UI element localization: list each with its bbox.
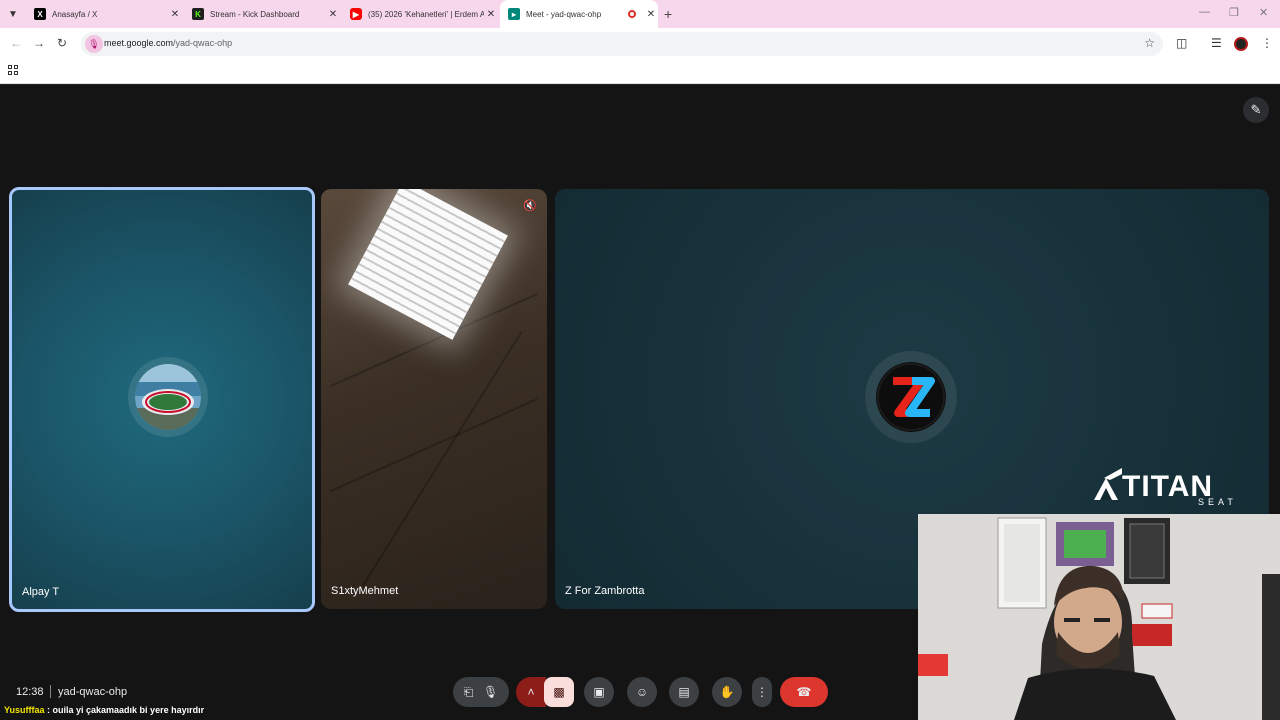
minimize-icon[interactable]: —: [1199, 6, 1210, 18]
captions-icon: ▤: [678, 685, 690, 699]
muted-mic-icon: 🔇: [523, 200, 537, 212]
tab-x[interactable]: X Anasayfa / X ✕: [26, 0, 182, 28]
back-icon[interactable]: ←: [10, 36, 22, 50]
youtube-logo-icon: ▶: [350, 8, 362, 20]
participant-tile-alpay[interactable]: Alpay T: [9, 187, 315, 612]
tab-search-button[interactable]: ▼: [4, 5, 22, 23]
tab-kick[interactable]: K Stream - Kick Dashboard ✕: [184, 0, 340, 28]
captions-button[interactable]: ▤: [669, 677, 699, 707]
close-icon[interactable]: ✕: [326, 9, 340, 20]
more-options-button[interactable]: ⋮: [752, 677, 772, 707]
tab-youtube[interactable]: ▶ (35) 2026 'Kehanetleri' | Erdem A ✕: [342, 0, 498, 28]
brand-sub: SEAT: [1198, 497, 1237, 506]
close-icon[interactable]: ✕: [644, 9, 658, 20]
ceiling-seam: [361, 331, 523, 587]
extensions-icon[interactable]: ◫: [1176, 36, 1187, 50]
microphone-in-use-icon[interactable]: 🎙: [85, 35, 103, 53]
bookmark-star-icon[interactable]: ☆: [1144, 36, 1155, 50]
hand-icon: ✋: [719, 685, 735, 699]
address-bar[interactable]: 🎙 meet.google.com/yad-qwac-ohp ☆: [81, 32, 1163, 56]
url-text: meet.google.com/yad-qwac-ohp: [104, 38, 233, 48]
present-screen-icon: ▣: [593, 685, 605, 699]
tab-title: (35) 2026 'Kehanetleri' | Erdem A: [368, 9, 484, 19]
titan-seat-logo: TITAN SEAT: [1092, 466, 1238, 507]
google-meet-icon: ▸: [508, 8, 520, 20]
window-close-icon[interactable]: ✕: [1259, 6, 1268, 19]
microphone-icon[interactable]: 🎙: [483, 685, 498, 699]
browser-tab-strip: ▼ X Anasayfa / X ✕ K Stream - Kick Dashb…: [0, 0, 1280, 28]
bookmarks-bar: [0, 60, 1280, 84]
reload-icon[interactable]: ↻: [57, 36, 67, 50]
streamer-webcam: [918, 514, 1280, 720]
participant-tile-s1xtymehmet[interactable]: 🔇 S1xtyMehmet: [321, 189, 547, 609]
x-logo-icon: X: [34, 8, 46, 20]
hang-up-icon: ☎: [796, 685, 812, 699]
leave-call-button[interactable]: ☎: [780, 677, 828, 707]
browser-toolbar: ← → ↻ 🎙 meet.google.com/yad-qwac-ohp ☆ ◫…: [0, 28, 1280, 60]
raise-hand-button[interactable]: ✋: [712, 677, 742, 707]
new-tab-button[interactable]: +: [664, 6, 672, 22]
camera-off-icon: ▩: [553, 685, 565, 699]
tab-title: Stream - Kick Dashboard: [210, 9, 300, 19]
tab-title: Meet - yad-qwac-ohp: [526, 9, 602, 19]
edit-layout-pen-icon[interactable]: ✎: [1243, 97, 1269, 123]
emoji-icon: ☺: [635, 685, 649, 699]
reactions-button[interactable]: ☺: [627, 677, 657, 707]
ceiling-seam: [330, 398, 538, 492]
avatar: [135, 364, 201, 430]
menu-kebab-icon[interactable]: ⋮: [1261, 36, 1273, 50]
screen: ▼ X Anasayfa / X ✕ K Stream - Kick Dashb…: [0, 0, 1280, 720]
tab-meet[interactable]: ▸ Meet - yad-qwac-ohp ✕: [500, 0, 658, 28]
audio-settings-icon[interactable]: ⎗: [464, 685, 474, 700]
media-controls-icon[interactable]: ☰: [1211, 36, 1222, 50]
divider: [50, 685, 51, 698]
participant-name: Z For Zambrotta: [565, 585, 645, 597]
avatar-ring: [865, 351, 957, 443]
avatar-ring: [128, 357, 208, 437]
participant-name: S1xtyMehmet: [331, 585, 399, 597]
meeting-code: yad-qwac-ohp: [58, 686, 128, 698]
stream-chat-message: Yusufffaa : ouila yi çakamaadık bi yere …: [4, 705, 204, 715]
close-icon[interactable]: ✕: [168, 9, 182, 20]
camera-toggle-button[interactable]: ▩: [544, 677, 574, 707]
profile-avatar[interactable]: [1234, 37, 1248, 51]
chevron-up-icon: ˄: [527, 685, 535, 699]
tab-title: Anasayfa / X: [52, 9, 98, 19]
apps-grid-icon[interactable]: [8, 65, 18, 75]
mic-control-group: ⎗ 🎙: [453, 677, 509, 707]
chat-username: Yusufffaa: [4, 705, 45, 715]
meeting-clock: 12:38: [16, 686, 44, 698]
menu-kebab-icon: ⋮: [756, 685, 768, 699]
kick-logo-icon: K: [192, 8, 204, 20]
camera-options-button[interactable]: ˄: [516, 677, 546, 707]
restore-icon[interactable]: ❐: [1229, 6, 1239, 19]
chat-text: : ouila yi çakamaadık bi yere hayırdır: [44, 705, 205, 715]
close-icon[interactable]: ✕: [484, 9, 498, 20]
avatar: [876, 362, 946, 432]
participant-name: Alpay T: [22, 586, 60, 598]
forward-icon[interactable]: →: [33, 36, 45, 50]
present-screen-button[interactable]: ▣: [584, 677, 614, 707]
recording-indicator-icon: [628, 10, 636, 18]
